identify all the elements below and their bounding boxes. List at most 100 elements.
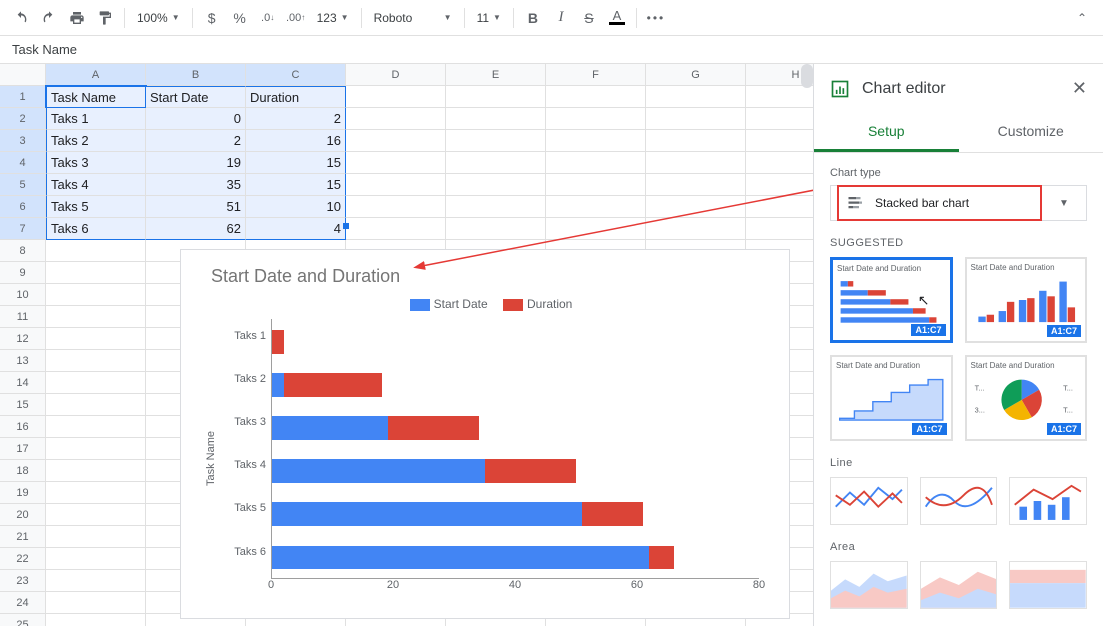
cell[interactable]	[46, 482, 146, 504]
row-header[interactable]: 8	[0, 240, 46, 262]
column-header[interactable]: E	[446, 64, 546, 86]
cell[interactable]	[646, 108, 746, 130]
cell[interactable]	[46, 570, 146, 592]
cell[interactable]: Duration	[246, 86, 346, 108]
row-header[interactable]: 25	[0, 614, 46, 626]
cell[interactable]	[746, 174, 813, 196]
cell[interactable]	[446, 218, 546, 240]
cell[interactable]	[46, 460, 146, 482]
cell[interactable]	[746, 130, 813, 152]
column-header[interactable]: F	[546, 64, 646, 86]
cell[interactable]: 0	[146, 108, 246, 130]
row-header[interactable]: 12	[0, 328, 46, 350]
row-header[interactable]: 14	[0, 372, 46, 394]
paint-format-button[interactable]	[92, 5, 118, 31]
cell[interactable]: Taks 4	[46, 174, 146, 196]
line-chart-option-1[interactable]	[830, 477, 908, 525]
row-header[interactable]: 16	[0, 416, 46, 438]
line-chart-option-2[interactable]	[920, 477, 998, 525]
cell[interactable]	[46, 592, 146, 614]
suggested-chart-3[interactable]: Start Date and Duration A1:C7	[830, 355, 953, 441]
cell[interactable]	[646, 218, 746, 240]
cell[interactable]	[446, 196, 546, 218]
cell[interactable]	[46, 526, 146, 548]
cell[interactable]	[546, 174, 646, 196]
row-header[interactable]: 13	[0, 350, 46, 372]
cell[interactable]	[546, 196, 646, 218]
row-header[interactable]: 2	[0, 108, 46, 130]
cell[interactable]: Taks 5	[46, 196, 146, 218]
decrease-decimal-button[interactable]: .0↓	[255, 5, 281, 31]
row-header[interactable]: 4	[0, 152, 46, 174]
formula-bar[interactable]: Task Name	[0, 36, 1103, 64]
row-header[interactable]: 19	[0, 482, 46, 504]
percent-button[interactable]: %	[227, 5, 253, 31]
area-chart-option-3[interactable]	[1009, 561, 1087, 609]
row-header[interactable]: 21	[0, 526, 46, 548]
strike-button[interactable]: S	[576, 5, 602, 31]
cell[interactable]	[46, 328, 146, 350]
undo-button[interactable]	[8, 5, 34, 31]
cell[interactable]	[446, 152, 546, 174]
cell[interactable]	[46, 262, 146, 284]
cell[interactable]	[646, 152, 746, 174]
cell[interactable]: Start Date	[146, 86, 246, 108]
cell[interactable]	[646, 174, 746, 196]
text-color-button[interactable]: A	[604, 5, 630, 31]
row-header[interactable]: 20	[0, 504, 46, 526]
font-dropdown[interactable]: Roboto▼	[368, 5, 458, 31]
cell[interactable]: Task Name	[46, 86, 146, 108]
area-chart-option-1[interactable]	[830, 561, 908, 609]
line-chart-option-3[interactable]	[1009, 477, 1087, 525]
cell[interactable]	[46, 438, 146, 460]
column-header[interactable]: G	[646, 64, 746, 86]
cell[interactable]: Taks 2	[46, 130, 146, 152]
cell[interactable]	[446, 86, 546, 108]
embedded-chart[interactable]: Start Date and Duration Start Date Durat…	[180, 249, 790, 619]
cell[interactable]	[346, 174, 446, 196]
italic-button[interactable]: I	[548, 5, 574, 31]
cell[interactable]: 10	[246, 196, 346, 218]
currency-button[interactable]: $	[199, 5, 225, 31]
row-header[interactable]: 11	[0, 306, 46, 328]
cell[interactable]	[446, 130, 546, 152]
more-toolbar-button[interactable]: •••	[643, 5, 669, 31]
cell[interactable]	[46, 548, 146, 570]
cell[interactable]	[346, 196, 446, 218]
cell[interactable]	[546, 130, 646, 152]
font-size-dropdown[interactable]: 11▼	[471, 5, 507, 31]
selection-drag-handle[interactable]	[343, 223, 349, 229]
row-header[interactable]: 7	[0, 218, 46, 240]
cell[interactable]	[746, 196, 813, 218]
cell[interactable]	[746, 152, 813, 174]
cell[interactable]: 51	[146, 196, 246, 218]
column-header[interactable]: D	[346, 64, 446, 86]
area-chart-option-2[interactable]	[920, 561, 998, 609]
cell[interactable]	[46, 284, 146, 306]
cell[interactable]	[546, 108, 646, 130]
row-header[interactable]: 5	[0, 174, 46, 196]
column-header[interactable]: B	[146, 64, 246, 86]
print-button[interactable]	[64, 5, 90, 31]
increase-decimal-button[interactable]: .00↑	[283, 5, 309, 31]
zoom-dropdown[interactable]: 100%▼	[131, 5, 186, 31]
row-header[interactable]: 24	[0, 592, 46, 614]
suggested-chart-2[interactable]: Start Date and Duration A1:C7	[965, 257, 1088, 343]
redo-button[interactable]	[36, 5, 62, 31]
cell[interactable]	[46, 504, 146, 526]
number-format-dropdown[interactable]: 123▼	[311, 5, 355, 31]
cell[interactable]	[46, 416, 146, 438]
cell[interactable]: 16	[246, 130, 346, 152]
cell[interactable]	[746, 218, 813, 240]
row-header[interactable]: 18	[0, 460, 46, 482]
row-header[interactable]: 17	[0, 438, 46, 460]
cell[interactable]	[346, 152, 446, 174]
column-header[interactable]: A	[46, 64, 146, 86]
cell[interactable]	[346, 108, 446, 130]
chart-type-dropdown[interactable]: Stacked bar chart ▼	[830, 185, 1087, 221]
column-header[interactable]: C	[246, 64, 346, 86]
suggested-chart-1[interactable]: Start Date and Duration ↖ A1:C7	[830, 257, 953, 343]
cell[interactable]	[46, 372, 146, 394]
cell[interactable]	[46, 306, 146, 328]
cell[interactable]	[346, 86, 446, 108]
